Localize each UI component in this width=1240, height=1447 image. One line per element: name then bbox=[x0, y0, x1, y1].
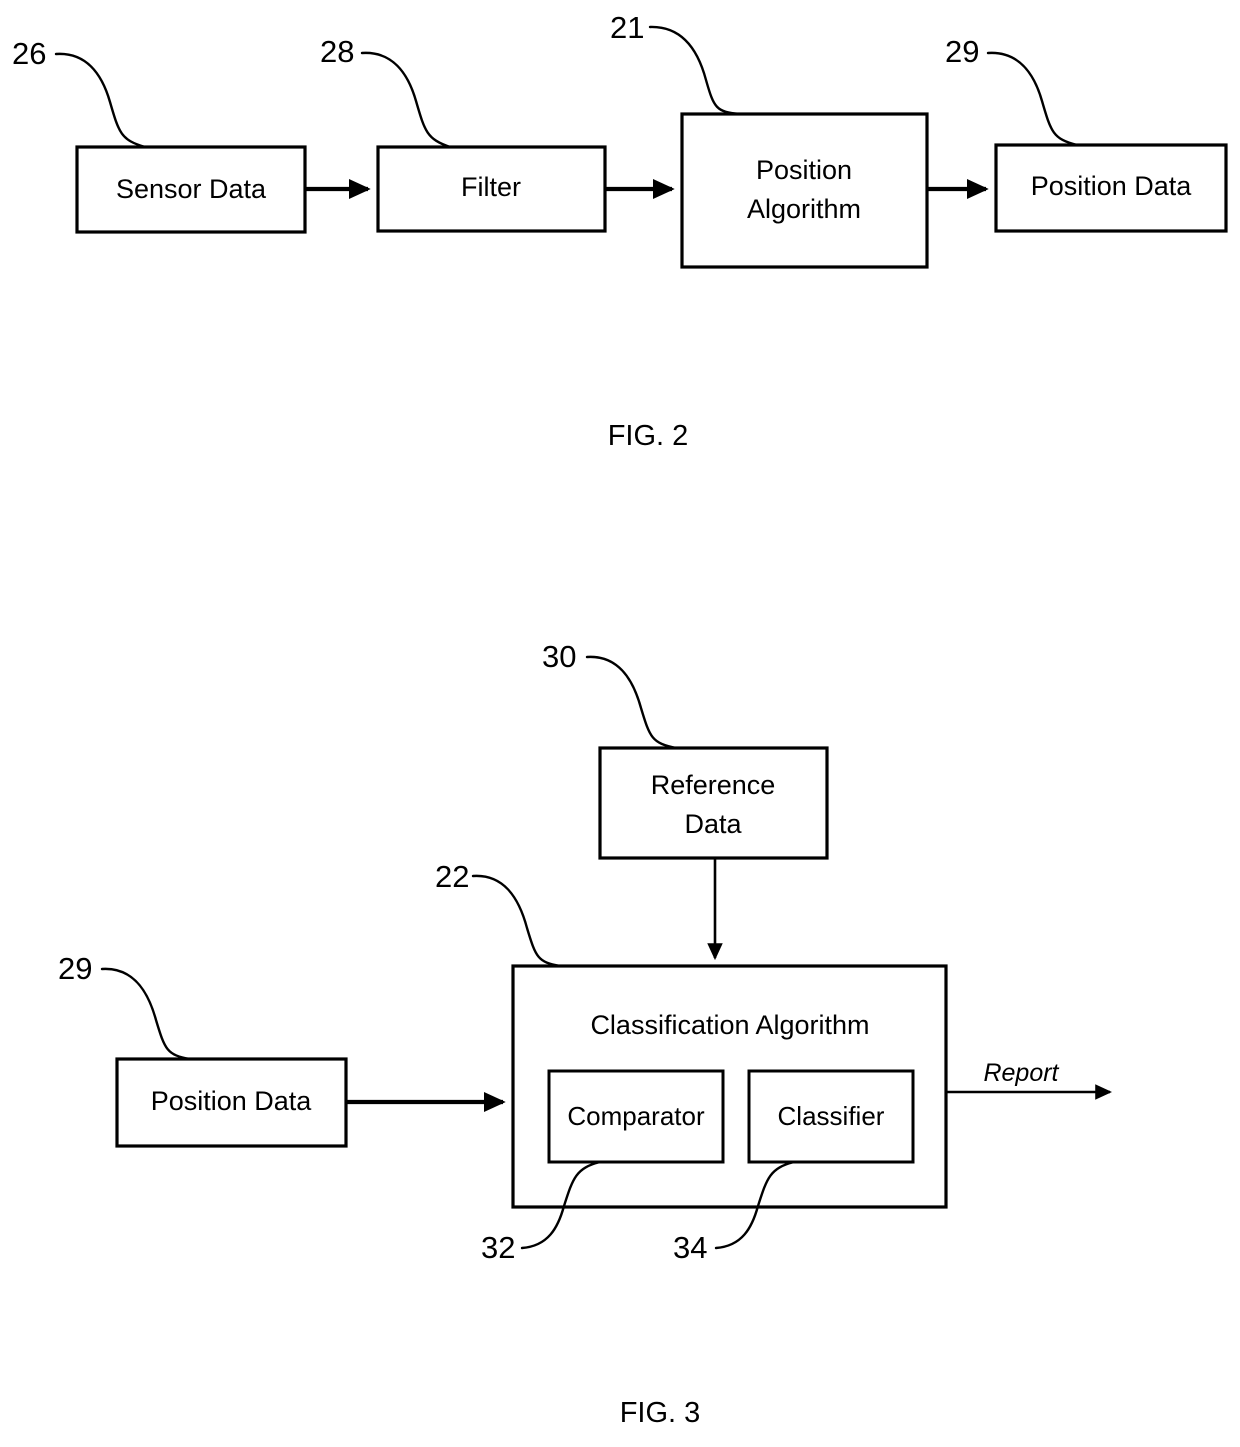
ref-number-22: 22 bbox=[435, 859, 469, 894]
leader-line-30 bbox=[585, 655, 678, 750]
figure-3-group: Reference Data 30 Position Data 29 Class… bbox=[58, 639, 1113, 1429]
position-data-label-fig3: Position Data bbox=[151, 1086, 313, 1116]
position-algorithm-box[interactable] bbox=[680, 112, 929, 269]
ref-callout-30: 30 bbox=[542, 639, 678, 750]
position-algorithm-label-line2: Algorithm bbox=[747, 194, 861, 224]
reference-data-label-line1: Reference bbox=[651, 770, 776, 800]
block-classifier[interactable]: Classifier bbox=[747, 1069, 915, 1164]
ref-callout-28: 28 bbox=[320, 34, 452, 149]
ref-number-26: 26 bbox=[12, 36, 46, 71]
ref-number-29-fig3: 29 bbox=[58, 951, 92, 986]
ref-number-21: 21 bbox=[610, 10, 644, 45]
position-algorithm-label-line1: Position bbox=[756, 155, 852, 185]
block-sensor-data[interactable]: Sensor Data bbox=[75, 145, 307, 234]
leader-line-22 bbox=[471, 874, 562, 968]
comparator-label: Comparator bbox=[567, 1101, 705, 1131]
position-data-label-fig2: Position Data bbox=[1031, 171, 1193, 201]
block-classification-algorithm[interactable]: Classification Algorithm Comparator Clas… bbox=[511, 964, 948, 1209]
classification-algorithm-title: Classification Algorithm bbox=[590, 1010, 869, 1040]
block-comparator[interactable]: Comparator bbox=[547, 1069, 725, 1164]
block-filter[interactable]: Filter bbox=[376, 145, 607, 233]
report-label: Report bbox=[983, 1059, 1059, 1087]
ref-number-29-fig2: 29 bbox=[945, 34, 979, 69]
figure-2-group: Sensor Data 26 Filter 28 Position Algori… bbox=[12, 10, 1228, 452]
output-report: Report bbox=[946, 1059, 1113, 1100]
ref-callout-21: 21 bbox=[610, 10, 742, 116]
ref-callout-26: 26 bbox=[12, 36, 147, 149]
figure-2-caption: FIG. 2 bbox=[608, 420, 689, 452]
ref-number-34: 34 bbox=[673, 1230, 707, 1265]
classifier-label: Classifier bbox=[778, 1101, 885, 1131]
block-position-algorithm[interactable]: Position Algorithm bbox=[680, 112, 929, 269]
leader-line-29-fig2 bbox=[986, 51, 1079, 147]
patent-drawing-sheet: Sensor Data 26 Filter 28 Position Algori… bbox=[0, 0, 1240, 1447]
ref-callout-29-fig3: 29 bbox=[58, 951, 192, 1061]
reference-data-label-line2: Data bbox=[684, 809, 742, 839]
filter-label: Filter bbox=[461, 172, 521, 202]
leader-line-26 bbox=[54, 52, 147, 149]
ref-number-32: 32 bbox=[481, 1230, 515, 1265]
ref-number-28: 28 bbox=[320, 34, 354, 69]
leader-line-28 bbox=[360, 51, 452, 149]
block-reference-data[interactable]: Reference Data bbox=[598, 746, 829, 860]
leader-line-21 bbox=[648, 25, 742, 116]
sensor-data-label: Sensor Data bbox=[116, 174, 267, 204]
figure-canvas: Sensor Data 26 Filter 28 Position Algori… bbox=[12, 10, 1228, 1429]
ref-callout-22: 22 bbox=[435, 859, 562, 968]
leader-line-29-fig3 bbox=[100, 967, 192, 1061]
block-position-data-fig2[interactable]: Position Data bbox=[994, 143, 1228, 233]
block-position-data-fig3[interactable]: Position Data bbox=[115, 1057, 348, 1148]
ref-callout-29-fig2: 29 bbox=[945, 34, 1079, 147]
ref-number-30: 30 bbox=[542, 639, 576, 674]
reference-data-box[interactable] bbox=[598, 746, 829, 860]
figure-3-caption: FIG. 3 bbox=[620, 1397, 701, 1429]
